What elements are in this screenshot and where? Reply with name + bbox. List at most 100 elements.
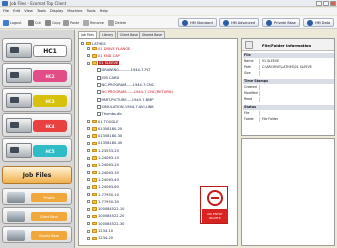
folder-icon <box>92 214 97 219</box>
machine-hc5-button[interactable]: HC5 <box>2 138 72 162</box>
tab-library[interactable]: Library <box>99 31 117 38</box>
hm-advanced-button[interactable]: HM Advanced <box>219 18 260 27</box>
machine-hc3-button[interactable]: HC3 <box>2 88 72 112</box>
tree-item[interactable]: 01 SLEEVE <box>87 61 120 66</box>
tree-item-label: 1-24063-20 <box>98 163 119 168</box>
window-title: Job Files - Ecomat Top Client <box>10 1 67 6</box>
toolbar-delete[interactable]: Delete <box>108 18 126 27</box>
tree-item[interactable]: 1234-20 <box>87 236 113 241</box>
menu-machine[interactable]: Machine <box>67 9 82 13</box>
menu-file[interactable]: File <box>3 9 9 13</box>
tree-item-label: 1-24063-30 <box>98 170 119 175</box>
tree-item[interactable]: 01358180-30 <box>87 134 122 139</box>
client-base-button[interactable]: Client Base <box>2 207 72 224</box>
tree-item[interactable]: Thumbs.db <box>97 112 122 117</box>
menu-help[interactable]: Help <box>100 9 108 13</box>
machine-hc1-button[interactable]: HC1 <box>2 38 72 62</box>
file-icon <box>97 112 101 117</box>
tree-item-label: 1-23553-20 <box>98 148 119 153</box>
expand-icon[interactable] <box>87 54 90 58</box>
tree-item-label: 01 TOGGLE <box>98 119 119 124</box>
tree-item[interactable]: 1-24063-60 <box>87 185 119 190</box>
tree-item[interactable]: SIMULATION-1944-7.AVI,LINK <box>97 104 154 109</box>
tree-item[interactable]: 1-24063-40 <box>87 177 119 182</box>
info-key: Modified <box>243 91 260 96</box>
expand-icon[interactable] <box>87 222 90 226</box>
tree-item[interactable]: 1-77950-30 <box>87 199 119 204</box>
tree-item[interactable]: JOB CARD <box>97 75 119 80</box>
toolbar-copy[interactable]: Copy <box>45 18 61 27</box>
machine-hc2-button[interactable]: HC2 <box>2 63 72 87</box>
hm-data-button[interactable]: HM Data <box>303 18 335 27</box>
tree-item[interactable]: 100084522-10 <box>87 207 124 212</box>
tree-item[interactable]: 1-24063-20 <box>87 163 119 168</box>
tree-item[interactable]: 01 END CAP <box>87 53 120 58</box>
private-base-button[interactable]: Private Base <box>262 18 300 27</box>
menu-edit[interactable]: Edit <box>13 9 20 13</box>
toolbar-logout[interactable]: Logout <box>3 18 22 27</box>
expand-icon[interactable] <box>87 207 90 211</box>
folder-thumb-icon <box>7 211 25 222</box>
expand-icon[interactable] <box>87 171 90 175</box>
tree-item[interactable]: 1-77950-10 <box>87 192 119 197</box>
expand-icon[interactable] <box>87 214 90 218</box>
tree-item[interactable]: 1-23553-20 <box>87 148 119 153</box>
menu-view[interactable]: View <box>24 9 33 13</box>
expand-icon[interactable] <box>87 185 90 189</box>
minimize-button[interactable] <box>316 1 322 6</box>
tree-item[interactable]: 1-24063-30 <box>87 170 119 175</box>
expand-icon[interactable] <box>81 42 84 45</box>
database-icon <box>266 19 272 26</box>
toolbar-cut[interactable]: Cut <box>28 18 41 27</box>
tab-shared-base[interactable]: Shared Base <box>139 31 165 38</box>
tree-item-label: NC PROGRAM------1944-7.CNC(RETURN) <box>101 90 173 95</box>
tree-item[interactable]: 100084522-20 <box>87 214 124 219</box>
expand-icon[interactable] <box>87 120 90 123</box>
info-key: Folder <box>243 117 260 122</box>
tree-item[interactable]: 1234-10 <box>87 229 113 234</box>
file-icon <box>97 68 101 73</box>
menu-tools[interactable]: Tools <box>37 9 46 13</box>
expand-icon[interactable] <box>87 236 90 240</box>
menu-tools-2[interactable]: Tools <box>87 9 96 13</box>
preview-panel <box>241 138 335 246</box>
tree-item[interactable]: 01358180-20 <box>87 126 122 131</box>
expand-icon[interactable] <box>87 193 90 196</box>
tree-item-label: NC-PROGRAM-----1944-7.CNC <box>101 83 155 87</box>
machine-hc4-button[interactable]: HC4 <box>2 113 72 137</box>
private-button[interactable]: Private <box>2 188 72 205</box>
tree-item[interactable]: 100084522-30 <box>87 221 124 226</box>
tree-item[interactable]: 01 TOGGLE <box>87 119 119 124</box>
tree-item[interactable]: DRAWING---------1944-7.PLT <box>97 68 150 73</box>
expand-icon[interactable] <box>87 141 90 145</box>
info-value <box>260 91 262 96</box>
expand-icon[interactable] <box>87 127 90 131</box>
tree-item[interactable]: 1-24063-10 <box>87 156 119 161</box>
info-value: 01 SLEEVE <box>262 59 280 63</box>
toolbar-paste[interactable]: Paste <box>63 18 79 27</box>
menu-display[interactable]: Display <box>50 9 63 13</box>
hm-standard-button[interactable]: HM Standard <box>178 18 217 27</box>
job-files-button[interactable]: Job Files <box>2 166 72 184</box>
expand-icon[interactable] <box>87 47 90 50</box>
maximize-button[interactable] <box>323 1 329 6</box>
expand-icon[interactable] <box>87 178 90 182</box>
tree-item[interactable]: 01 DRIVE FLANGE <box>87 46 130 51</box>
expand-icon[interactable] <box>87 156 90 160</box>
tab-client-base[interactable]: Client Base <box>117 31 142 38</box>
no-entry-panel: NO ENTRY RIGHTS <box>200 186 228 224</box>
tree-item[interactable]: PART-PICTURE----1944-7.BMP <box>97 97 153 102</box>
expand-icon[interactable] <box>87 200 90 204</box>
toolbar-rename[interactable]: Rename <box>83 18 104 27</box>
expand-icon[interactable] <box>87 61 90 65</box>
tab-job-files[interactable]: Job Files <box>78 31 97 38</box>
expand-icon[interactable] <box>87 149 90 153</box>
shared-base-button[interactable]: Shared Base <box>2 226 72 243</box>
expand-icon[interactable] <box>87 229 90 233</box>
tree-item[interactable]: 01358180-40 <box>87 141 122 146</box>
tree-item[interactable]: NC PROGRAM------1944-7.CNC(RETURN) <box>97 90 173 95</box>
tree-item[interactable]: NC-PROGRAM-----1944-7.CNC <box>97 83 154 88</box>
close-button[interactable] <box>330 1 336 6</box>
expand-icon[interactable] <box>87 163 90 167</box>
expand-icon[interactable] <box>87 134 90 138</box>
